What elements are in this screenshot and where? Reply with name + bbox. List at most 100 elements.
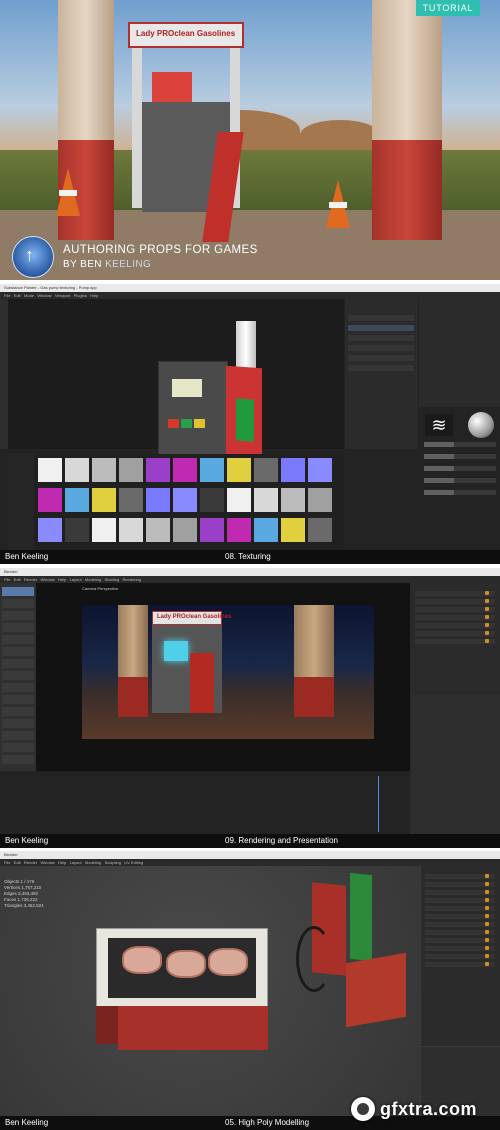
outliner-row[interactable] (425, 930, 495, 935)
material-thumbnail[interactable] (308, 518, 332, 542)
outliner-row[interactable] (425, 938, 495, 943)
tool-button[interactable] (2, 623, 34, 632)
outliner-row[interactable] (425, 946, 495, 951)
outliner-row[interactable] (425, 898, 495, 903)
outliner-row[interactable] (415, 623, 495, 628)
material-thumbnail[interactable] (254, 458, 278, 482)
texture-set-panel[interactable] (419, 299, 500, 407)
material-thumbnail[interactable] (281, 488, 305, 512)
material-thumbnail[interactable] (173, 488, 197, 512)
timeline-playhead[interactable] (378, 776, 379, 832)
tool-button[interactable] (2, 647, 34, 656)
tool-button[interactable] (2, 599, 34, 608)
outliner-row[interactable] (415, 631, 495, 636)
outliner-row[interactable] (425, 962, 495, 967)
tool-button[interactable] (2, 635, 34, 644)
material-thumbnail[interactable] (308, 488, 332, 512)
outliner-row[interactable] (425, 914, 495, 919)
brush-slider[interactable] (424, 454, 496, 459)
brush-slider[interactable] (424, 466, 496, 471)
pump-coil (166, 950, 206, 978)
material-thumbnail[interactable] (119, 488, 143, 512)
material-thumbnail[interactable] (200, 518, 224, 542)
tool-button[interactable] (2, 587, 34, 596)
material-thumbnail[interactable] (92, 458, 116, 482)
asset-shelf[interactable] (8, 454, 344, 550)
brush-slider[interactable] (424, 478, 496, 483)
outliner-row[interactable] (415, 615, 495, 620)
tool-button[interactable] (2, 743, 34, 752)
shelf-categories[interactable] (8, 454, 34, 550)
tool-button[interactable] (2, 731, 34, 740)
material-thumbnail[interactable] (254, 518, 278, 542)
material-thumbnail[interactable] (65, 488, 89, 512)
material-thumbnail[interactable] (119, 518, 143, 542)
pump-hose (296, 926, 332, 992)
material-thumbnail[interactable] (146, 488, 170, 512)
3d-viewport[interactable] (0, 866, 420, 1116)
material-thumbnail[interactable] (38, 518, 62, 542)
tool-button[interactable] (2, 683, 34, 692)
tool-button[interactable] (2, 671, 34, 680)
material-thumbnail[interactable] (281, 518, 305, 542)
material-thumbnail[interactable] (146, 458, 170, 482)
material-thumbnail[interactable] (173, 518, 197, 542)
outliner-row[interactable] (425, 882, 495, 887)
material-thumbnail[interactable] (92, 518, 116, 542)
material-thumbnail[interactable] (38, 458, 62, 482)
layer-row[interactable] (348, 335, 414, 341)
properties-panel[interactable] (411, 694, 500, 834)
material-thumbnail[interactable] (65, 458, 89, 482)
canopy-pillar (118, 605, 148, 717)
layer-row[interactable] (348, 365, 414, 371)
material-thumbnail[interactable] (38, 488, 62, 512)
layer-row[interactable] (348, 355, 414, 361)
timeline-panel[interactable] (0, 771, 410, 834)
material-thumbnail[interactable] (65, 518, 89, 542)
outliner-row[interactable] (425, 906, 495, 911)
course-logo-icon: ↑ (12, 236, 54, 278)
outliner-row[interactable] (415, 599, 495, 604)
material-thumbnail[interactable] (281, 458, 305, 482)
brush-slider[interactable] (424, 490, 496, 495)
material-thumbnail[interactable] (308, 458, 332, 482)
tool-button[interactable] (2, 659, 34, 668)
material-thumbnail[interactable] (200, 458, 224, 482)
material-thumbnail[interactable] (200, 488, 224, 512)
material-thumbnail[interactable] (254, 488, 278, 512)
layer-row[interactable] (348, 315, 414, 321)
layer-stack-panel[interactable] (345, 299, 418, 449)
tool-button[interactable] (2, 707, 34, 716)
tool-button[interactable] (2, 611, 34, 620)
outliner-row[interactable] (425, 890, 495, 895)
outliner-row[interactable] (425, 954, 495, 959)
outliner-panel[interactable] (421, 866, 500, 1046)
material-thumbnail[interactable] (173, 458, 197, 482)
material-thumbnail[interactable] (92, 488, 116, 512)
tool-strip[interactable] (0, 299, 8, 449)
outliner-row[interactable] (415, 591, 495, 596)
outliner-row[interactable] (425, 874, 495, 879)
tool-button[interactable] (2, 755, 34, 764)
gas-pump: Lady PROclean Gasolines (128, 22, 244, 242)
material-thumbnail[interactable] (119, 458, 143, 482)
material-thumbnail[interactable] (227, 458, 251, 482)
material-thumbnail[interactable] (227, 488, 251, 512)
course-byline: BY BEN KEELING (63, 259, 152, 270)
material-thumbnail[interactable] (227, 518, 251, 542)
outliner-row[interactable] (415, 607, 495, 612)
3d-viewport[interactable] (8, 299, 344, 465)
material-thumbnail[interactable] (146, 518, 170, 542)
tool-button[interactable] (2, 695, 34, 704)
tool-panel[interactable] (0, 583, 36, 771)
layer-row[interactable] (348, 345, 414, 351)
caption-author: Ben Keeling (5, 1118, 49, 1127)
brush-properties[interactable] (424, 442, 496, 502)
outliner-row[interactable] (415, 639, 495, 644)
brush-slider[interactable] (424, 442, 496, 447)
layer-row[interactable] (348, 325, 414, 331)
caption-section: 08. Texturing (225, 552, 271, 561)
outliner-row[interactable] (425, 922, 495, 927)
tool-button[interactable] (2, 719, 34, 728)
outliner-panel[interactable] (411, 583, 500, 693)
